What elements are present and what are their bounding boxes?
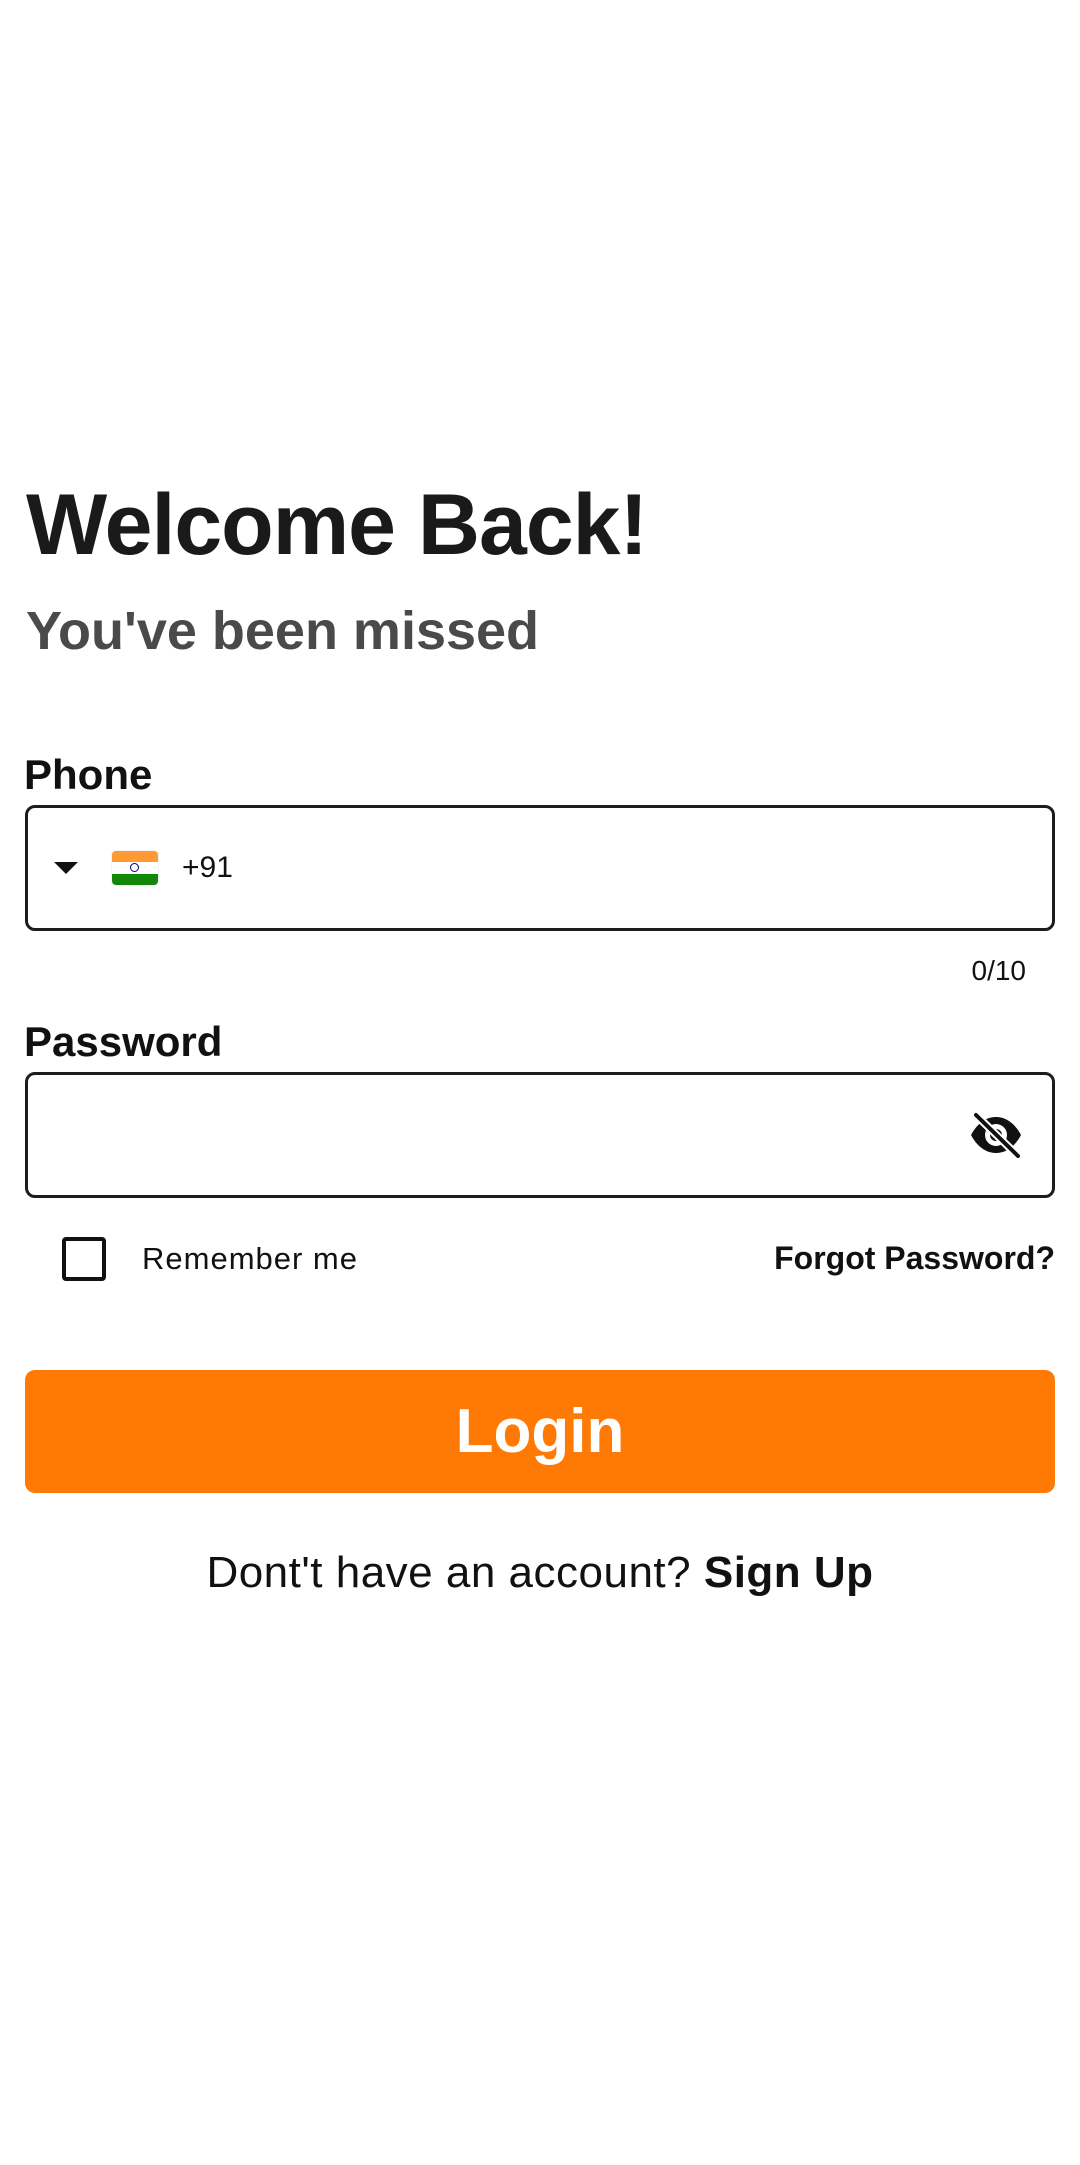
signup-prompt-row: Dont't have an account? Sign Up <box>0 1548 1080 1598</box>
eye-off-icon[interactable] <box>968 1111 1024 1160</box>
page-title: Welcome Back! <box>26 477 648 573</box>
password-input[interactable] <box>48 1075 972 1197</box>
signup-prompt-text: Dont't have an account? <box>206 1548 692 1597</box>
sign-up-link[interactable]: Sign Up <box>704 1548 874 1597</box>
country-dial-code: +91 <box>182 851 233 884</box>
phone-field: +91 <box>25 805 1055 931</box>
remember-me-label: Remember me <box>142 1241 358 1276</box>
phone-label: Phone <box>24 751 153 798</box>
login-button[interactable]: Login <box>25 1370 1055 1493</box>
country-code-picker[interactable]: +91 <box>48 808 233 928</box>
remember-me-row: Remember me <box>62 1237 358 1281</box>
india-flag-icon <box>112 851 158 885</box>
phone-character-counter: 0/10 <box>971 955 1027 986</box>
password-label: Password <box>24 1018 223 1065</box>
forgot-password-link[interactable]: Forgot Password? <box>774 1240 1055 1277</box>
remember-me-checkbox[interactable] <box>62 1237 106 1281</box>
page-subtitle: You've been missed <box>26 601 540 661</box>
password-field <box>25 1072 1055 1198</box>
caret-down-icon <box>54 862 78 874</box>
phone-input[interactable] <box>228 808 1032 930</box>
